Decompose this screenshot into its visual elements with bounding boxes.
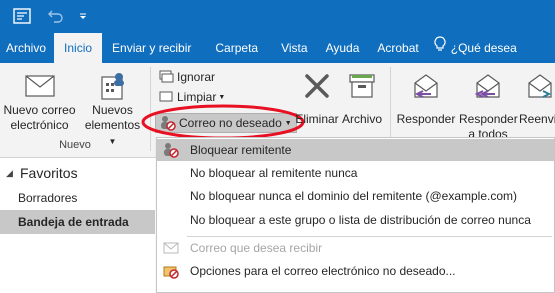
- reply-all-label-1: Responder: [459, 112, 518, 126]
- ignore-icon: [158, 69, 174, 85]
- tab-vista[interactable]: Vista: [272, 33, 316, 63]
- not-junk-icon: [163, 240, 179, 256]
- send-receive-icon[interactable]: [12, 6, 32, 26]
- folder-inbox-label: Bandeja de entrada: [18, 215, 129, 229]
- menu-block-sender[interactable]: Bloquear remitente: [157, 139, 554, 161]
- clean-up-button[interactable]: Limpiar ▼: [158, 91, 225, 103]
- tell-me-text: ¿Qué desea: [450, 41, 517, 55]
- archive-icon: [340, 69, 384, 103]
- new-email-label-1: Nuevo correo: [3, 103, 76, 117]
- delete-label: Eliminar: [295, 112, 339, 126]
- delete-icon: [294, 69, 340, 103]
- clean-up-label: Limpiar: [177, 91, 217, 103]
- reply-label: Responder: [396, 112, 456, 126]
- new-items-button[interactable]: Nuevos elementos ▼: [80, 69, 145, 149]
- new-items-label-1: Nuevos: [92, 103, 133, 117]
- menu-never-block-sender-label: No bloquear al remitente nunca: [190, 166, 358, 180]
- menu-not-junk[interactable]: Correo que desea recibir: [157, 237, 554, 259]
- new-email-icon: [2, 69, 77, 103]
- tab-archivo[interactable]: Archivo: [0, 33, 54, 63]
- tab-ayuda[interactable]: Ayuda: [317, 33, 369, 63]
- reply-all-icon: [459, 69, 517, 103]
- customize-qat-icon[interactable]: [76, 6, 90, 26]
- forward-icon: [519, 69, 555, 103]
- new-items-label-2: elementos: [84, 118, 141, 132]
- menu-never-block-sender[interactable]: No bloquear al remitente nunca: [157, 162, 554, 184]
- dropdown-arrow-icon: ▼: [218, 93, 226, 101]
- tab-enviar-recibir[interactable]: Enviar y recibir: [102, 33, 201, 63]
- tab-inicio[interactable]: Inicio: [54, 33, 103, 63]
- block-sender-icon: [163, 142, 179, 158]
- collapse-arrow-icon: ◢: [6, 168, 13, 178]
- folder-pane: ◢ Favoritos Borradores Bandeja de entrad…: [0, 158, 155, 293]
- archive-button[interactable]: Archivo: [340, 69, 384, 127]
- forward-button[interactable]: Reenvi: [519, 69, 555, 127]
- favorites-header[interactable]: ◢ Favoritos: [0, 162, 155, 184]
- tab-acrobat[interactable]: Acrobat: [368, 33, 427, 63]
- ignore-button[interactable]: Ignorar: [158, 69, 215, 85]
- title-bar: [0, 0, 555, 33]
- tell-me-box[interactable]: ¿Qué desea: [428, 33, 523, 63]
- new-items-icon: [80, 69, 145, 103]
- menu-never-block-group[interactable]: No bloquear a este grupo o lista de dist…: [157, 209, 554, 231]
- reply-all-button[interactable]: Responder a todos: [459, 69, 518, 142]
- lightbulb-icon: [434, 33, 448, 63]
- favorites-label: Favoritos: [20, 165, 78, 181]
- forward-label: Reenvi: [519, 112, 555, 126]
- ribbon-tabs: Archivo Inicio Enviar y recibir Carpeta …: [0, 33, 555, 63]
- delete-button[interactable]: Eliminar: [294, 69, 340, 127]
- menu-never-block-group-label: No bloquear a este grupo o lista de dist…: [190, 213, 531, 227]
- ignore-label: Ignorar: [177, 70, 216, 84]
- reply-icon: [394, 69, 458, 103]
- menu-not-junk-label: Correo que desea recibir: [190, 241, 323, 255]
- new-email-button[interactable]: Nuevo correo electrónico: [2, 69, 77, 133]
- junk-email-menu: Bloquear remitente No bloquear al remite…: [156, 137, 555, 293]
- new-email-label-2: electrónico: [10, 118, 69, 132]
- group-label-nuevo: Nuevo: [59, 139, 91, 151]
- tab-carpeta[interactable]: Carpeta: [201, 33, 272, 63]
- highlight-oval: [141, 104, 305, 140]
- menu-never-block-domain-label: No bloquear nunca el dominio del remiten…: [190, 189, 518, 203]
- menu-block-sender-label: Bloquear remitente: [190, 143, 292, 157]
- undo-icon[interactable]: [46, 6, 66, 26]
- reply-button[interactable]: Responder: [394, 69, 458, 127]
- folder-inbox[interactable]: Bandeja de entrada: [0, 210, 155, 234]
- menu-junk-options-label: Opciones para el correo electrónico no d…: [190, 264, 456, 278]
- folder-drafts[interactable]: Borradores: [0, 187, 155, 209]
- junk-options-icon: [163, 263, 179, 279]
- clean-up-icon: [158, 91, 174, 103]
- menu-junk-options[interactable]: Opciones para el correo electrónico no d…: [157, 260, 554, 282]
- folder-drafts-label: Borradores: [18, 191, 78, 205]
- menu-never-block-domain[interactable]: No bloquear nunca el dominio del remiten…: [157, 185, 554, 207]
- archive-label: Archivo: [341, 112, 382, 126]
